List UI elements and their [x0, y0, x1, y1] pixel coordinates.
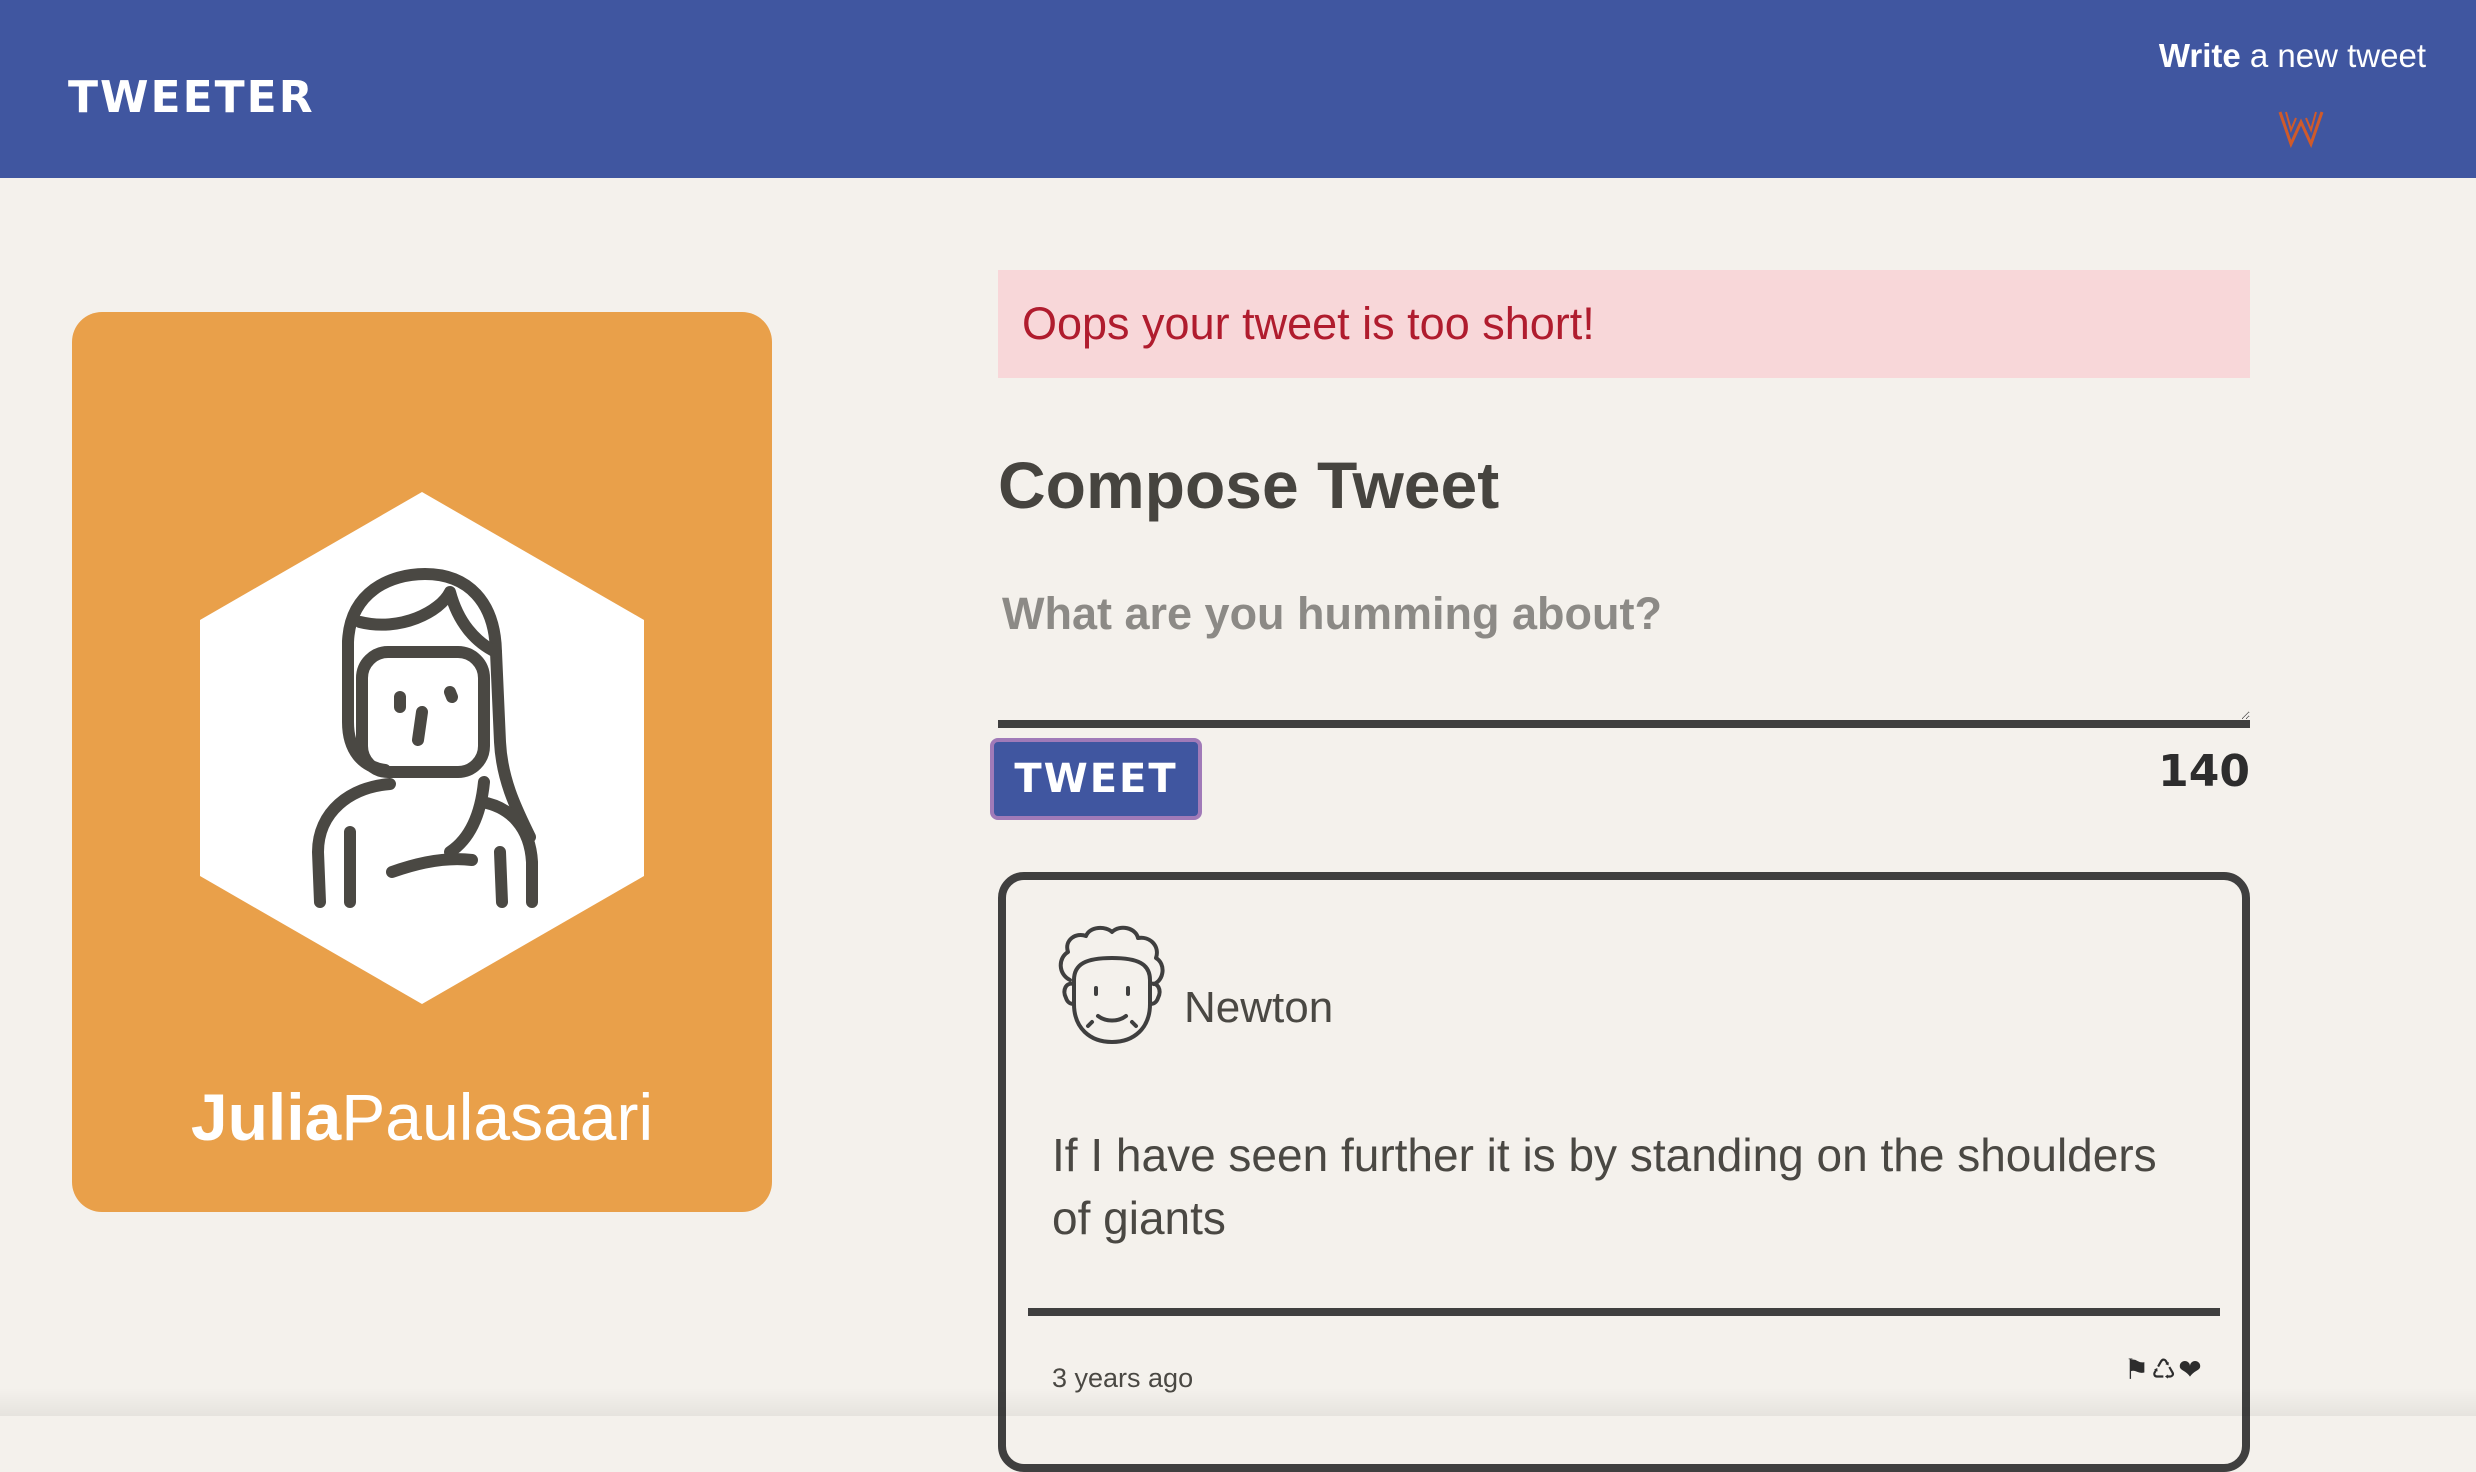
write-new-tweet-toggle[interactable]: Write a new tweet [2126, 34, 2426, 78]
navbar: TWEETER Write a new tweet [0, 0, 2476, 178]
profile-first-name: Julia [190, 1080, 342, 1154]
tweet-card: Newton If I have seen further it is by s… [998, 872, 2250, 1472]
new-tweet-label: a new tweet [2240, 37, 2426, 74]
bottom-fade [0, 1388, 2476, 1416]
tweet-text: If I have seen further it is by standing… [1052, 1129, 2157, 1244]
tweet-textarea[interactable] [998, 578, 2250, 728]
compose-title: Compose Tweet [998, 448, 1500, 522]
tweet-author: Newton [1184, 983, 1334, 1032]
write-label: Write [2158, 37, 2241, 74]
chevron-double-down-icon[interactable] [2278, 108, 2324, 148]
tweet-button[interactable]: TWEET [990, 738, 1202, 820]
heart-icon[interactable]: ❤ [2178, 1350, 2201, 1390]
flag-icon[interactable]: ⚑ [2124, 1350, 2149, 1390]
profile-last-name: Paulasaari [341, 1080, 654, 1154]
character-counter: 140 [2158, 746, 2250, 797]
newton-avatar-icon [1058, 925, 1165, 1044]
tweet-actions: ⚑ ♺ ❤ [2124, 1350, 2214, 1390]
retweet-icon[interactable]: ♺ [2151, 1350, 2176, 1390]
profile-name: JuliaPaulasaari [72, 1072, 772, 1162]
woman-avatar-icon [200, 492, 644, 1004]
tweet-divider [1028, 1308, 2220, 1316]
brand-logo[interactable]: TWEETER [68, 68, 315, 128]
profile-card: JuliaPaulasaari [72, 312, 772, 1212]
error-message: Oops your tweet is too short! [998, 270, 2250, 378]
